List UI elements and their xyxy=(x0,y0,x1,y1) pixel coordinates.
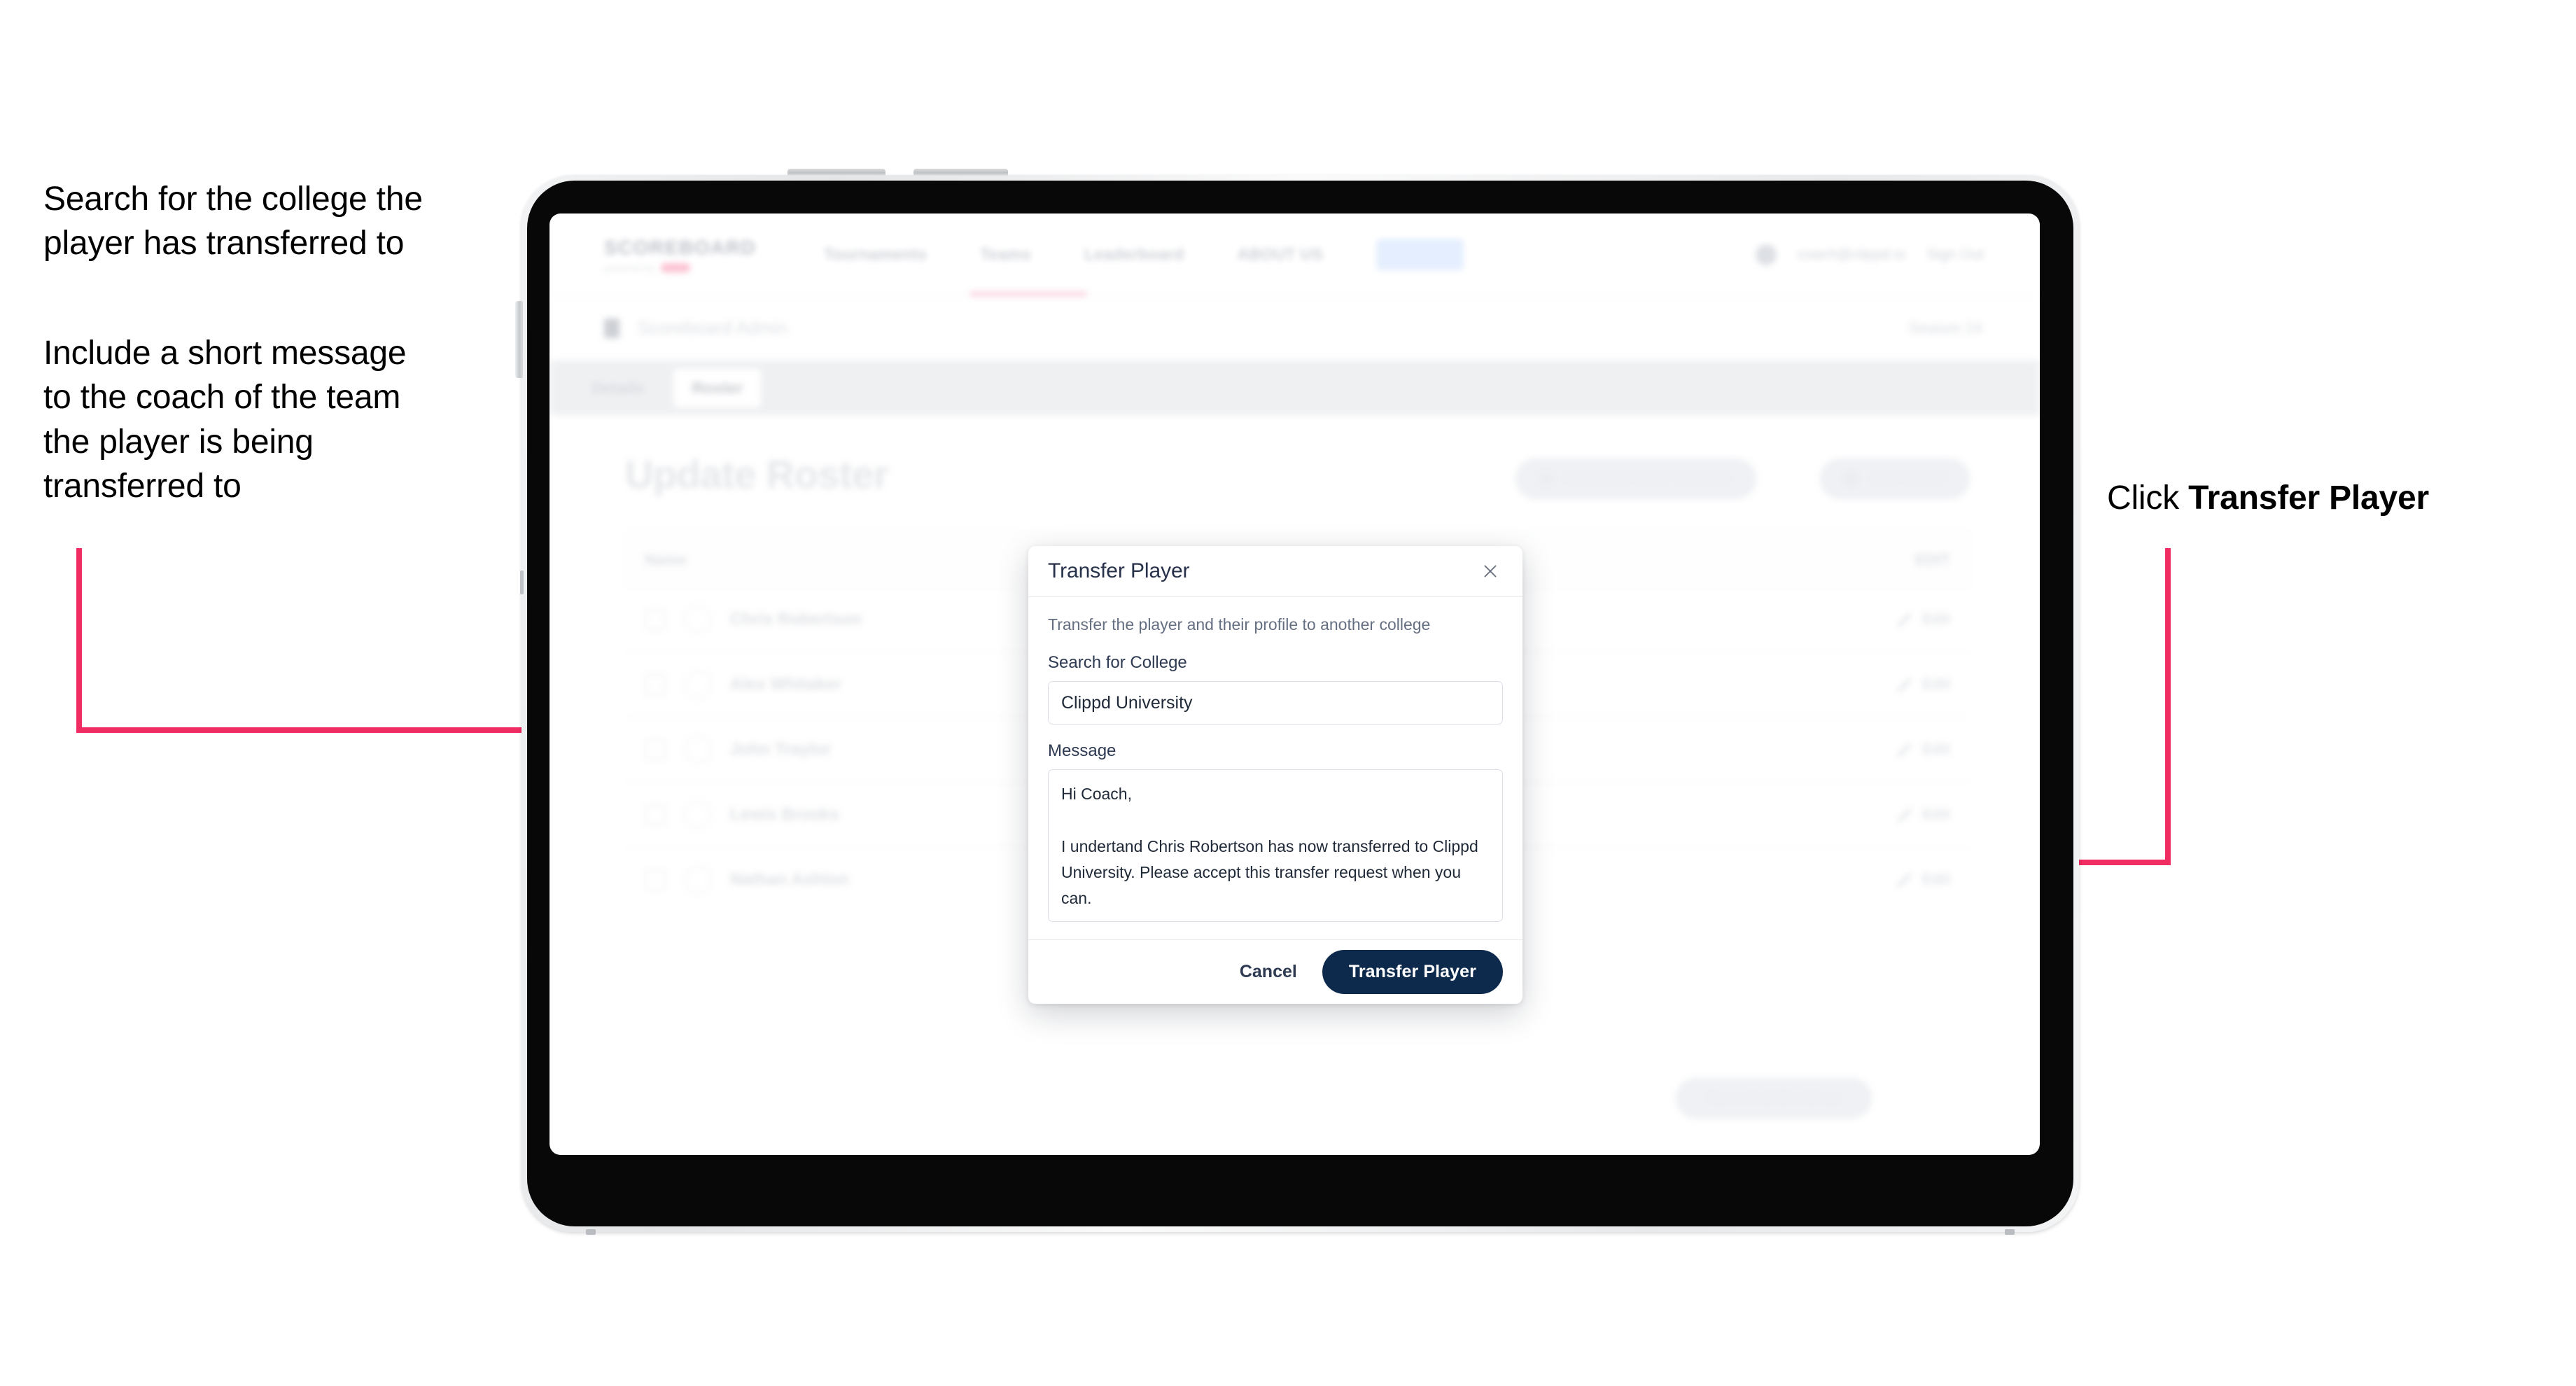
annotation-click-transfer-player: Click Transfer Player xyxy=(2107,476,2541,520)
pencil-icon xyxy=(1897,808,1912,822)
edit-button[interactable]: Edit xyxy=(1897,806,1950,823)
row-checkbox[interactable] xyxy=(645,804,666,825)
avatar xyxy=(684,866,712,894)
edit-button[interactable]: Edit xyxy=(1897,676,1950,693)
bottom-foot-right xyxy=(2005,1229,2015,1235)
college-field-label: Search for College xyxy=(1048,653,1187,672)
side-accessory-mark xyxy=(520,570,524,594)
edit-label: Edit xyxy=(1922,872,1950,888)
bottom-foot-left xyxy=(586,1229,596,1235)
plus-icon xyxy=(1844,472,1858,486)
brand-accent-pill xyxy=(661,262,691,272)
breadcrumb-title-main: Scoreboard xyxy=(638,317,732,338)
cancel-button[interactable]: Cancel xyxy=(1234,955,1303,989)
edit-button[interactable]: Edit xyxy=(1897,611,1950,628)
request-player-transfer-button[interactable]: Request Player Transfer xyxy=(1515,458,1756,499)
modal-header: Transfer Player xyxy=(1028,546,1522,597)
pencil-icon xyxy=(1897,873,1912,888)
nav-item-leaderboard[interactable]: Leaderboard xyxy=(1084,245,1184,264)
breadcrumb: Scoreboard Admin Season 24 xyxy=(550,296,2040,360)
breadcrumb-title-suffix: Admin xyxy=(732,317,788,338)
message-textarea[interactable]: Hi Coach, I undertand Chris Robertson ha… xyxy=(1048,769,1503,922)
tablet-screen: SCOREBOARD powered by Tournaments Teams … xyxy=(550,214,2040,1155)
row-checkbox[interactable] xyxy=(645,609,666,630)
screenshot-canvas: Search for the college the player has tr… xyxy=(0,0,2576,1386)
annotation-right-prefix: Click xyxy=(2107,479,2189,517)
edit-label: Edit xyxy=(1922,741,1950,757)
modal-footer: Cancel Transfer Player xyxy=(1028,939,1522,1004)
avatar xyxy=(684,736,712,764)
brand-subline-text: powered by xyxy=(604,262,656,273)
edit-button[interactable]: Edit xyxy=(1897,741,1950,758)
tab-details[interactable]: Details xyxy=(573,369,662,407)
player-name: Alex Whitaker xyxy=(730,675,841,694)
player-name: John Traylor xyxy=(730,740,832,759)
edit-button[interactable]: Edit xyxy=(1897,872,1950,888)
modal-description: Transfer the player and their profile to… xyxy=(1048,615,1431,634)
tablet-device-mockup: SCOREBOARD powered by Tournaments Teams … xyxy=(515,169,2079,1235)
annotation-right-bold: Transfer Player xyxy=(2188,479,2430,517)
edit-label: Edit xyxy=(1922,611,1950,627)
volume-down-button[interactable] xyxy=(913,169,1008,176)
tab-roster[interactable]: Roster xyxy=(673,368,762,407)
breadcrumb-title: Scoreboard Admin xyxy=(638,317,788,339)
player-name: Nathan Ashton xyxy=(730,870,849,889)
modal-body: Transfer the player and their profile to… xyxy=(1028,597,1522,939)
app-nav-items: Tournaments Teams Leaderboard ABOUT US R… xyxy=(824,239,1464,270)
page-title: Update Roster xyxy=(625,452,889,496)
app-tab-strip: Details Roster xyxy=(550,360,2040,415)
nav-item-teams[interactable]: Teams xyxy=(980,245,1031,264)
nav-item-roster-badge[interactable]: Roster xyxy=(1376,239,1464,270)
column-header-name: Name xyxy=(645,551,687,568)
power-button[interactable] xyxy=(515,301,523,378)
app-logo[interactable]: SCOREBOARD powered by xyxy=(604,236,757,273)
pencil-icon xyxy=(1897,678,1912,692)
pencil-icon xyxy=(1897,612,1912,627)
nav-item-tournaments[interactable]: Tournaments xyxy=(824,245,927,264)
avatar xyxy=(684,671,712,699)
book-icon xyxy=(604,318,620,338)
row-checkbox[interactable] xyxy=(645,869,666,890)
close-icon[interactable] xyxy=(1476,557,1504,585)
transfer-player-modal: Transfer Player Transfer the player and … xyxy=(1028,546,1522,1004)
pencil-icon xyxy=(1897,743,1912,757)
annotation-include-message: Include a short message to the coach of … xyxy=(43,335,407,505)
edit-label: Edit xyxy=(1922,676,1950,692)
player-name: Lewis Brooks xyxy=(730,805,840,824)
annotation-search-college: Search for the college the player has tr… xyxy=(43,181,423,262)
avatar xyxy=(684,606,712,634)
add-player-button[interactable]: Add Player xyxy=(1820,458,1970,499)
brand-subline: powered by xyxy=(604,262,737,273)
column-header-edit: EDIT xyxy=(1914,551,1950,568)
avatar xyxy=(684,801,712,829)
volume-up-button[interactable] xyxy=(788,169,886,176)
app-nav-right: coach@clippd.io Sign Out xyxy=(1755,244,1984,265)
brand-wordmark: SCOREBOARD xyxy=(604,236,757,258)
account-email: coach@clippd.io xyxy=(1797,246,1906,262)
transfer-player-button[interactable]: Transfer Player xyxy=(1322,950,1503,994)
breadcrumb-season[interactable]: Season 24 xyxy=(1909,319,1982,337)
avatar[interactable] xyxy=(1755,244,1777,265)
search-college-input[interactable] xyxy=(1048,681,1503,724)
sign-out-link[interactable]: Sign Out xyxy=(1926,246,1984,263)
row-checkbox[interactable] xyxy=(645,739,666,760)
app-top-navbar: SCOREBOARD powered by Tournaments Teams … xyxy=(550,214,2040,296)
modal-title: Transfer Player xyxy=(1048,559,1190,582)
transfer-icon xyxy=(1539,472,1553,486)
nav-item-about-us[interactable]: ABOUT US xyxy=(1238,245,1324,264)
row-checkbox[interactable] xyxy=(645,674,666,695)
add-player-label: Add Player xyxy=(1869,470,1946,486)
request-player-transfer-label: Request Player Transfer xyxy=(1564,470,1732,486)
player-name: Chris Robertson xyxy=(730,610,862,629)
message-field-label: Message xyxy=(1048,741,1116,760)
edit-label: Edit xyxy=(1922,806,1950,822)
save-and-continue-button[interactable]: Save And Continue xyxy=(1676,1078,1872,1119)
